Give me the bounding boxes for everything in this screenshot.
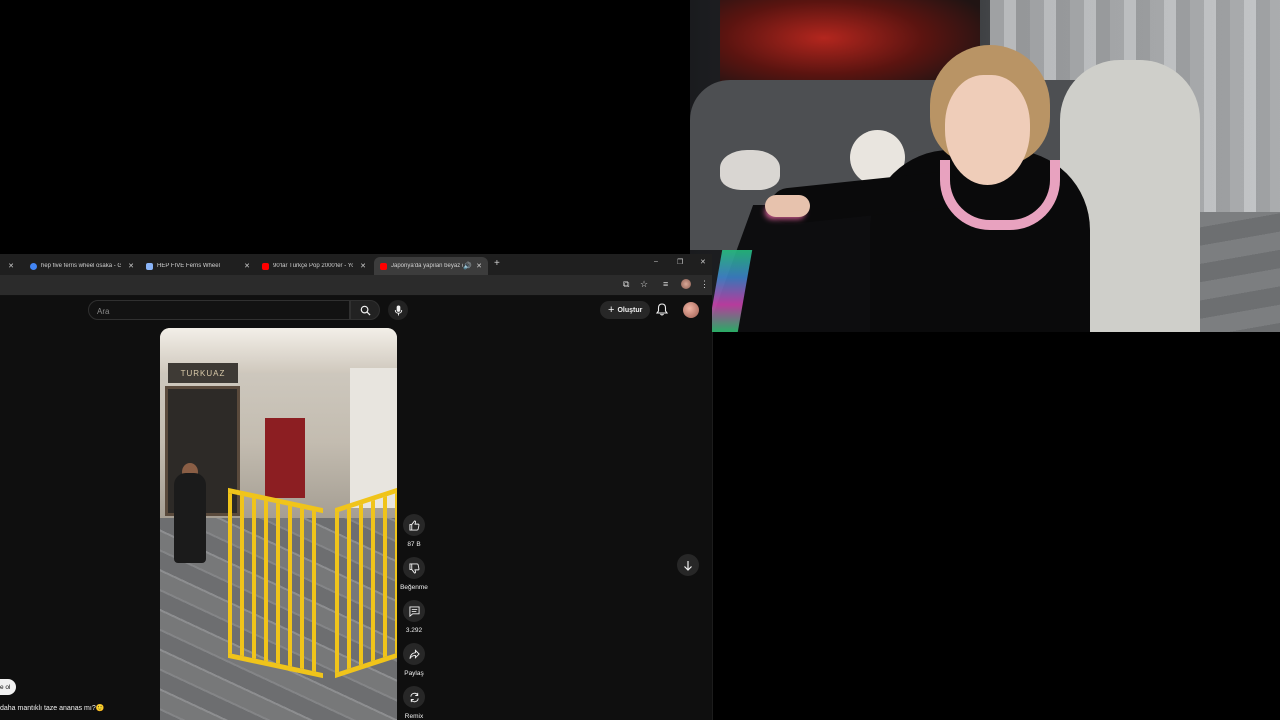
short-video-player[interactable]: TURKUAZ [160, 328, 397, 720]
divider-line [712, 332, 713, 720]
tab-hep-five[interactable]: HEP FIVE Ferris Wheel ✕ [142, 257, 256, 275]
voice-search-button[interactable] [388, 300, 408, 320]
youtube-header: + Oluştur [0, 295, 712, 325]
search-button[interactable] [350, 300, 380, 320]
speaker-icon[interactable]: 🔊 [463, 262, 472, 270]
comment-chip[interactable]: e ol [0, 679, 17, 695]
like-action[interactable]: 87 B [398, 514, 430, 548]
tab-title: Japonya'da yapılan beyaz ç [391, 263, 463, 269]
youtube-icon [380, 262, 387, 270]
close-icon[interactable]: ✕ [128, 262, 134, 270]
search-icon [360, 305, 371, 316]
minimize-button[interactable]: – [654, 258, 658, 265]
install-app-icon[interactable]: ⧉ [623, 279, 629, 290]
search-box [88, 300, 350, 321]
comments-button[interactable] [403, 600, 425, 622]
close-icon[interactable]: ✕ [8, 262, 14, 270]
menu-dots-icon[interactable]: ⋮ [700, 279, 709, 290]
media-control-icon[interactable]: ≡ [663, 279, 668, 289]
close-window-button[interactable]: ✕ [700, 258, 706, 266]
profile-avatar-small[interactable] [681, 279, 691, 289]
tab-title: HEP FIVE Ferris Wheel [157, 263, 220, 269]
tab-google-search[interactable]: hep five ferris wheel osaka - G ✕ [26, 257, 140, 275]
dislike-action[interactable]: Beğenme [398, 557, 430, 591]
thumbs-down-icon [408, 562, 419, 574]
create-button[interactable]: + Oluştur [600, 301, 651, 319]
comment-icon [408, 605, 420, 617]
user-avatar[interactable] [683, 302, 699, 318]
close-icon[interactable]: ✕ [476, 262, 482, 270]
arrow-down-icon [684, 560, 692, 571]
remix-label: Remix [404, 713, 424, 720]
tab-title: hep five ferris wheel osaka - G [41, 263, 121, 269]
remix-button[interactable] [403, 686, 425, 708]
video-fence-left [228, 487, 323, 679]
share-button[interactable] [403, 643, 425, 665]
notifications-bell-icon[interactable] [656, 303, 668, 316]
tab-turkce-pop[interactable]: 90'lar Türkçe Pop 2000'ler - You ✕ [258, 257, 372, 275]
dislike-button[interactable] [403, 557, 425, 579]
next-video-button[interactable] [677, 554, 699, 576]
video-shopfront-right [350, 368, 397, 508]
close-icon[interactable]: ✕ [244, 262, 250, 270]
chat-comment-text: daha mantıklı taze ananas mı?🙂 [0, 705, 105, 712]
share-arrow-icon [408, 648, 420, 659]
browser-toolbar: ⧉ ☆ ≡ ⋮ [0, 275, 712, 296]
remix-action[interactable]: Remix [398, 686, 430, 720]
like-count: 87 B [407, 541, 421, 548]
share-label: Paylaş [404, 670, 424, 677]
tab-strip: ✕ hep five ferris wheel osaka - G ✕ HEP … [0, 254, 712, 275]
video-shop-sign: TURKUAZ [168, 363, 238, 383]
comment-count: 3.292 [405, 627, 423, 634]
video-person [174, 473, 206, 563]
browser-window: ✕ hep five ferris wheel osaka - G ✕ HEP … [0, 254, 712, 720]
perplexity-icon [146, 262, 153, 270]
dislike-label: Beğenme [400, 584, 428, 591]
thumbs-up-icon [408, 519, 419, 531]
microphone-icon [394, 304, 402, 316]
restore-button[interactable]: ❐ [677, 258, 683, 266]
tab-japonya-active[interactable]: Japonya'da yapılan beyaz ç 🔊 ✕ [374, 257, 488, 275]
video-shopfront [265, 418, 305, 498]
video-fence-right [335, 487, 397, 679]
new-tab-button[interactable]: + [494, 258, 500, 269]
tab-partial[interactable]: ✕ [0, 257, 20, 275]
tab-title: 90'lar Türkçe Pop 2000'ler - You [273, 263, 353, 269]
webcam-overlay [690, 0, 1280, 332]
like-button[interactable] [403, 514, 425, 536]
streamer-hand [765, 195, 810, 217]
search-input[interactable] [89, 302, 345, 321]
create-label: Oluştur [617, 306, 643, 314]
cat-pillow [720, 150, 780, 190]
comments-action[interactable]: 3.292 [398, 600, 430, 634]
share-action[interactable]: Paylaş [398, 643, 430, 677]
plus-icon: + [608, 304, 615, 316]
google-icon [30, 262, 37, 270]
youtube-icon [262, 262, 269, 270]
remix-icon [409, 692, 419, 702]
bookmark-star-icon[interactable]: ☆ [640, 279, 648, 290]
close-icon[interactable]: ✕ [360, 262, 366, 270]
